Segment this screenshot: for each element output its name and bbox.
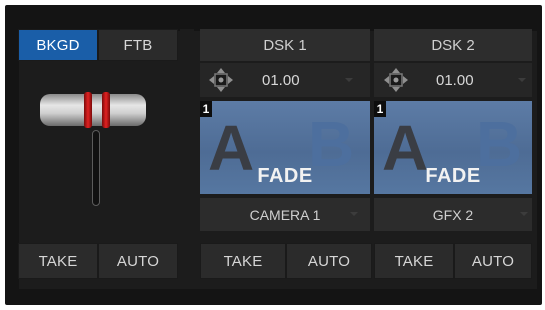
dsk2-take-button[interactable]: TAKE: [374, 243, 454, 279]
dsk1-take-button[interactable]: TAKE: [200, 243, 286, 279]
tbar-marker-right: [102, 92, 110, 128]
dsk1-duration-dropdown-icon[interactable]: [345, 78, 353, 82]
dsk2-source-dropdown-icon[interactable]: [520, 212, 528, 216]
dsk2-effect-label: FADE: [425, 165, 481, 187]
dsk2-source-label: GFX 2: [432, 206, 474, 223]
dsk1-source-label: CAMERA 1: [249, 206, 321, 223]
dsk2-position-icon[interactable]: [383, 68, 409, 92]
dsk2-preview-thumbnail[interactable]: A B 1 FADE: [374, 101, 532, 194]
dsk1-layer-number: 1: [200, 101, 212, 117]
dsk2-duration[interactable]: 01.00: [436, 72, 474, 89]
tab-bkgd[interactable]: BKGD: [18, 29, 98, 61]
tbar-marker-left: [84, 92, 92, 128]
dsk1-title: DSK 1: [200, 29, 370, 61]
dsk2-duration-dropdown-icon[interactable]: [518, 78, 526, 82]
tbar-handle[interactable]: [40, 94, 146, 126]
dsk1-position-icon[interactable]: [208, 68, 234, 92]
column-separator: [180, 29, 194, 243]
dsk1-preview-thumbnail[interactable]: A B 1 FADE: [200, 101, 370, 194]
dsk1-auto-button[interactable]: AUTO: [286, 243, 372, 279]
tbar-track: [92, 130, 100, 206]
dsk2-source-select[interactable]: GFX 2: [374, 198, 532, 231]
dsk1-source-dropdown-icon[interactable]: [350, 212, 358, 216]
dsk2-layer-number: 1: [374, 101, 386, 117]
dsk1-effect-label: FADE: [257, 165, 313, 187]
dsk2-title: DSK 2: [374, 29, 532, 61]
dsk1-source-select[interactable]: CAMERA 1: [200, 198, 370, 231]
bkgd-auto-button[interactable]: AUTO: [98, 243, 178, 279]
tab-ftb[interactable]: FTB: [98, 29, 178, 61]
bkgd-take-button[interactable]: TAKE: [18, 243, 98, 279]
dsk2-auto-button[interactable]: AUTO: [454, 243, 532, 279]
dsk1-duration[interactable]: 01.00: [262, 72, 300, 89]
